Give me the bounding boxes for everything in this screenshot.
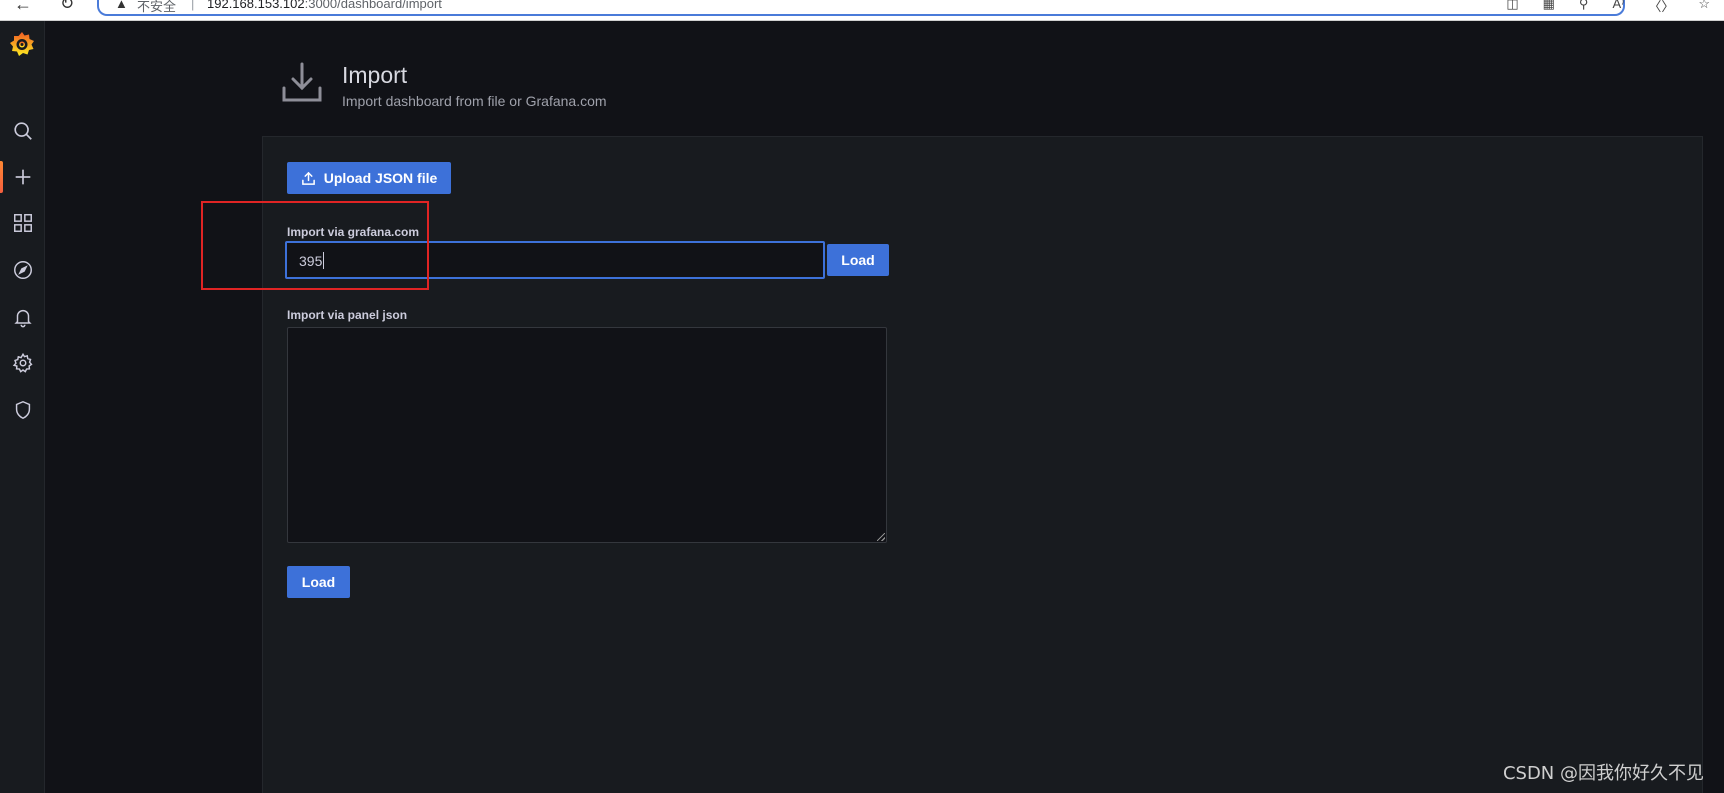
annotation-highlight — [201, 201, 429, 290]
reload-icon[interactable]: ↻ — [60, 0, 74, 14]
import-card: Upload JSON file Import via grafana.com … — [262, 136, 1703, 793]
url-host: 192.168.153.102 — [207, 0, 305, 11]
gear-icon — [12, 352, 33, 373]
sidebar — [0, 21, 45, 793]
panel-json-label: Import via panel json — [287, 308, 408, 322]
panel-json-load-button[interactable]: Load — [287, 566, 350, 598]
nav-alerting[interactable] — [0, 297, 45, 337]
nav-configuration[interactable] — [0, 343, 45, 383]
address-separator: | — [191, 0, 195, 11]
nav-create[interactable] — [0, 157, 45, 197]
nav-server-admin[interactable] — [0, 390, 45, 430]
import-download-icon — [282, 62, 322, 102]
nav-explore[interactable] — [0, 250, 45, 290]
browser-toolbar: ← ↻ ▲ 不安全 | 192.168.153.102:3000/dashboa… — [0, 0, 1724, 21]
nav-dashboards[interactable] — [0, 203, 45, 243]
page-title: Import — [342, 62, 408, 88]
bell-icon — [13, 309, 32, 328]
search-icon — [13, 122, 32, 140]
grafana-com-load-button[interactable]: Load — [827, 244, 889, 276]
read-aloud-icon[interactable]: A⁾ — [1612, 0, 1624, 15]
key-icon[interactable]: ⚲ — [1579, 0, 1589, 15]
url-path: :3000/dashboard/import — [304, 0, 442, 11]
dashboards-icon — [13, 214, 32, 232]
plus-icon — [15, 169, 30, 185]
page-subtitle: Import dashboard from file or Grafana.co… — [342, 93, 607, 109]
apps-icon[interactable]: ▦ — [1543, 0, 1555, 15]
browser-actions: ◫ ▦ ⚲ A⁾ 〈〉 ☆ — [1506, 0, 1710, 15]
resize-handle-icon[interactable] — [877, 533, 885, 541]
address-bar[interactable]: ▲ 不安全 | 192.168.153.102:3000/dashboard/i… — [97, 0, 1625, 16]
explore-icon — [13, 261, 32, 279]
grafana-logo-icon[interactable] — [9, 31, 35, 57]
favorites-icon[interactable]: ☆ — [1698, 0, 1710, 15]
warning-icon: ▲ — [115, 0, 128, 11]
back-arrow-icon[interactable]: ← — [14, 0, 32, 15]
split-screen-icon[interactable]: ◫ — [1506, 0, 1518, 15]
nav-search[interactable] — [0, 111, 45, 151]
shield-icon — [15, 400, 30, 420]
upload-json-label: Upload JSON file — [323, 170, 438, 186]
url-text[interactable]: 192.168.153.102:3000/dashboard/import — [207, 0, 442, 11]
upload-json-button[interactable]: Upload JSON file — [287, 162, 451, 194]
panel-json-textarea[interactable] — [287, 327, 887, 543]
watermark: CSDN @因我你好久不见 — [1502, 763, 1704, 784]
security-status: 不安全 — [137, 0, 177, 15]
upload-icon — [301, 171, 315, 185]
translate-icon[interactable]: 〈〉 — [1648, 0, 1674, 15]
